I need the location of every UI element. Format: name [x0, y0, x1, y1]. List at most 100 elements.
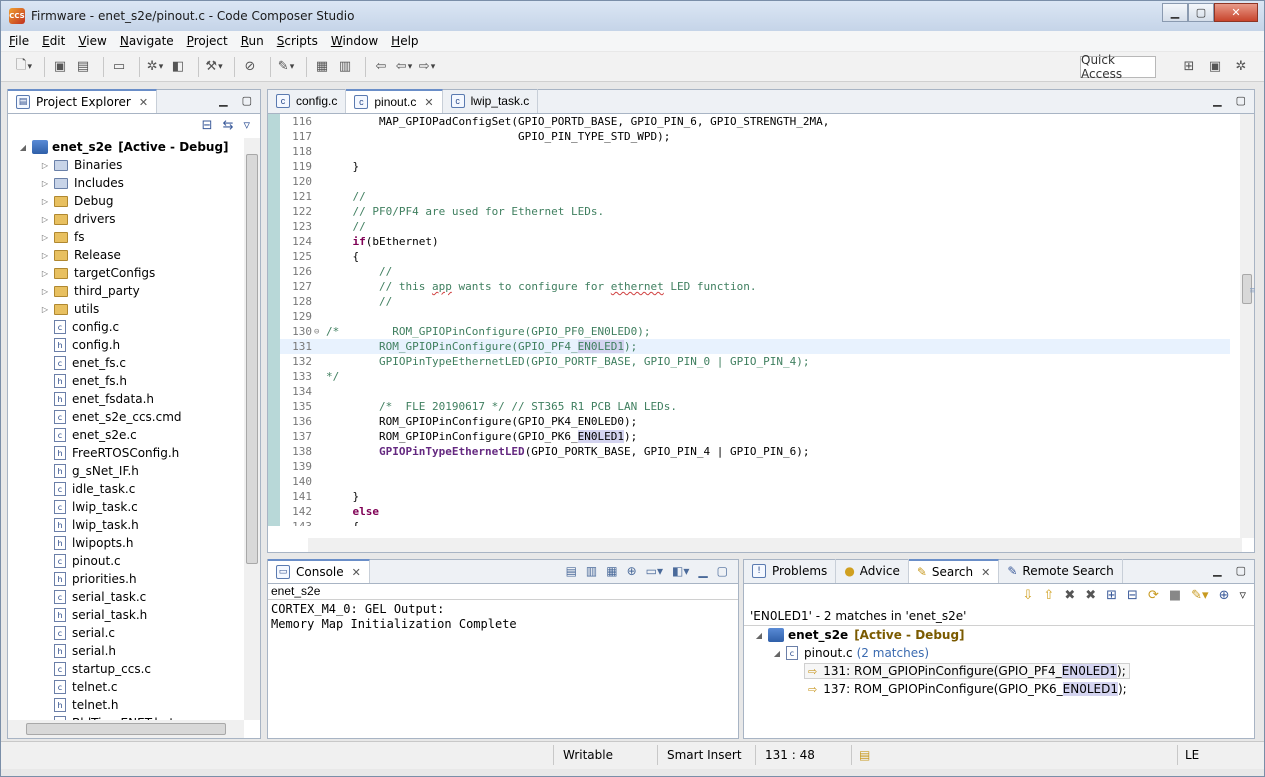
code-line[interactable]: 130 ⊖ /* ROM_GPIOPinConfigure(GPIO_PF0_EN0… [280, 324, 1230, 339]
code-line[interactable]: 142 else [280, 504, 1230, 519]
title-bar[interactable]: CCS Firmware - enet_s2e/pinout.c - Code … [1, 1, 1264, 31]
collapsed-arrow-icon[interactable]: ▷ [40, 215, 50, 224]
collapsed-arrow-icon[interactable]: ▷ [40, 161, 50, 170]
expand-all-icon[interactable]: ⊞ [1106, 588, 1117, 603]
tree-item[interactable]: ▷ targetConfigs [8, 264, 236, 282]
line-ending-icon[interactable]: ▤ [859, 748, 870, 762]
search-history-icon[interactable]: ✎▾ [1191, 588, 1208, 603]
code-line[interactable]: 120 [280, 174, 1230, 189]
collapsed-arrow-icon[interactable]: ▷ [40, 179, 50, 188]
tree-item[interactable]: c serial_task.c [8, 588, 236, 606]
tree-item[interactable]: h serial_task.h [8, 606, 236, 624]
tree-horizontal-scrollbar[interactable] [8, 720, 244, 738]
tree-item[interactable]: ▷ Release [8, 246, 236, 264]
tree-item[interactable]: h lwip_task.h [8, 516, 236, 534]
code-line[interactable]: 134 [280, 384, 1230, 399]
tree-item[interactable]: c idle_task.c [8, 480, 236, 498]
maximize-button[interactable]: ▢ [1188, 3, 1214, 22]
code-line[interactable]: ⇨137 ROM_GPIOPinConfigure(GPIO_PK6_EN0LE… [280, 429, 1230, 444]
code-line[interactable]: 125 { [280, 249, 1230, 264]
run-search-again-icon[interactable]: ⟳ [1148, 588, 1159, 603]
tree-item[interactable]: ▷ utils [8, 300, 236, 318]
menu-view[interactable]: View [78, 34, 106, 48]
editor-horizontal-scrollbar[interactable] [308, 538, 1242, 552]
code-line[interactable]: 138 GPIOPinTypeEthernetLED(GPIO_PORTK_BA… [280, 444, 1230, 459]
tab-console[interactable]: ▭ Console ✕ [268, 559, 370, 583]
code-line[interactable]: 118 [280, 144, 1230, 159]
code-line[interactable]: 141 } [280, 489, 1230, 504]
close-tab-icon[interactable]: ✕ [981, 566, 990, 579]
debug-icon[interactable]: ✲ [146, 58, 164, 76]
tree-item[interactable]: ▷ Includes [8, 174, 236, 192]
flash-icon[interactable]: ◧ [169, 58, 187, 76]
tab-lwip-task-c[interactable]: c lwip_task.c [443, 89, 539, 113]
pin-search-view-icon[interactable]: ⊕ [1219, 588, 1230, 603]
menu-project[interactable]: Project [187, 34, 228, 48]
editor-vertical-scrollbar[interactable] [1240, 114, 1254, 538]
menu-scripts[interactable]: Scripts [277, 34, 318, 48]
next-match-icon[interactable]: ⇩ [1023, 588, 1034, 603]
display-console-icon[interactable]: ▭▾ [646, 564, 663, 578]
save-icon[interactable]: ▣ [51, 58, 69, 76]
save-all-icon[interactable]: ▤ [74, 58, 92, 76]
minimize-view-icon[interactable]: ▁ [1213, 564, 1221, 577]
terminal-icon[interactable]: ▭ [110, 58, 128, 76]
tree-item[interactable]: ▷ third_party [8, 282, 236, 300]
tree-item[interactable]: c enet_s2e.c [8, 426, 236, 444]
menu-help[interactable]: Help [391, 34, 418, 48]
code-line[interactable]: 143 { [280, 519, 1230, 526]
minimize-button[interactable]: ▁ [1162, 3, 1188, 22]
quick-access-field[interactable]: Quick Access [1080, 53, 1156, 81]
code-line[interactable]: 135 /* FLE 20190617 */ // ST365 R1 PCB L… [280, 399, 1230, 414]
close-tab-icon[interactable]: ✕ [352, 566, 361, 579]
open-task-icon[interactable]: ▦ [313, 58, 331, 76]
search-result-row[interactable]: ⇨ 131: ROM_GPIOPinConfigure(GPIO_PF4_ EN0… [744, 662, 1254, 680]
tree-item[interactable]: c enet_fs.c [8, 354, 236, 372]
scroll-thumb[interactable] [246, 154, 258, 564]
tree-item[interactable]: h FreeRTOSConfig.h [8, 444, 236, 462]
open-perspective-icon[interactable]: ⊞ [1180, 57, 1198, 75]
tab-project-explorer[interactable]: ▤ Project Explorer ✕ [8, 89, 158, 113]
tree-item[interactable]: ▷ Debug [8, 192, 236, 210]
code-area[interactable]: 116 MAP_GPIOPadConfigSet(GPIO_PORTD_BASE… [280, 114, 1230, 526]
tab-remote-search[interactable]: ✎ Remote Search [999, 559, 1123, 583]
collapsed-arrow-icon[interactable]: ▷ [40, 233, 50, 242]
tree-item[interactable]: c enet_s2e_ccs.cmd [8, 408, 236, 426]
tree-item[interactable]: h priorities.h [8, 570, 236, 588]
skip-breakpoints-icon[interactable]: ⊘ [241, 58, 259, 76]
tree-item[interactable]: h enet_fsdata.h [8, 390, 236, 408]
tree-item[interactable]: c telnet.c [8, 678, 236, 696]
search-result-row[interactable]: ⇨ 137: ROM_GPIOPinConfigure(GPIO_PK6_ EN0… [744, 680, 1254, 698]
close-tab-icon[interactable]: ✕ [424, 96, 433, 109]
pin-console-icon[interactable]: ⊕ [627, 564, 637, 578]
scroll-thumb[interactable] [26, 723, 226, 735]
menu-edit[interactable]: Edit [42, 34, 65, 48]
tree-item[interactable]: c startup_ccs.c [8, 660, 236, 678]
code-line[interactable]: 132 GPIOPinTypeEthernetLED(GPIO_PORTF_BA… [280, 354, 1230, 369]
tab-problems[interactable]: ! Problems [744, 559, 837, 583]
code-line[interactable]: 124 if(bEthernet) [280, 234, 1230, 249]
tree-item[interactable]: h config.h [8, 336, 236, 354]
tree-project-root[interactable]: ◢ enet_s2e [Active - Debug] [8, 138, 236, 156]
code-line[interactable]: 127 // this app wants to configure for e… [280, 279, 1230, 294]
last-edit-icon[interactable]: ⇦ [372, 58, 390, 76]
word-wrap-icon[interactable]: ▦ [606, 564, 617, 578]
open-console-icon[interactable]: ◧▾ [672, 564, 689, 578]
code-line[interactable]: ⇨136 ROM_GPIOPinConfigure(GPIO_PK4_EN0LE… [280, 414, 1230, 429]
tree-item[interactable]: c pinout.c [8, 552, 236, 570]
tab-search[interactable]: ✎ Search ✕ [908, 559, 1000, 583]
collapsed-arrow-icon[interactable]: ▷ [40, 287, 50, 296]
menu-window[interactable]: Window [331, 34, 378, 48]
annotation-icon[interactable]: ▥ [336, 58, 354, 76]
search-torch-icon[interactable]: ✎ [277, 58, 295, 76]
remove-all-matches-icon[interactable]: ✖ [1085, 588, 1096, 603]
code-line[interactable]: 122 // PF0/PF4 are used for Ethernet LED… [280, 204, 1230, 219]
console-output[interactable]: CORTEX_M4_0: GEL Output: Memory Map Initi… [268, 600, 738, 634]
code-line[interactable]: 119 } [280, 159, 1230, 174]
clear-console-icon[interactable]: ▤ [566, 564, 577, 578]
scroll-lock-icon[interactable]: ▥ [586, 564, 597, 578]
maximize-view-icon[interactable]: ▢ [717, 564, 728, 578]
back-icon[interactable]: ⇦ [395, 58, 413, 76]
previous-match-icon[interactable]: ⇧ [1043, 588, 1054, 603]
collapse-all-icon[interactable]: ⊟ [202, 118, 213, 133]
